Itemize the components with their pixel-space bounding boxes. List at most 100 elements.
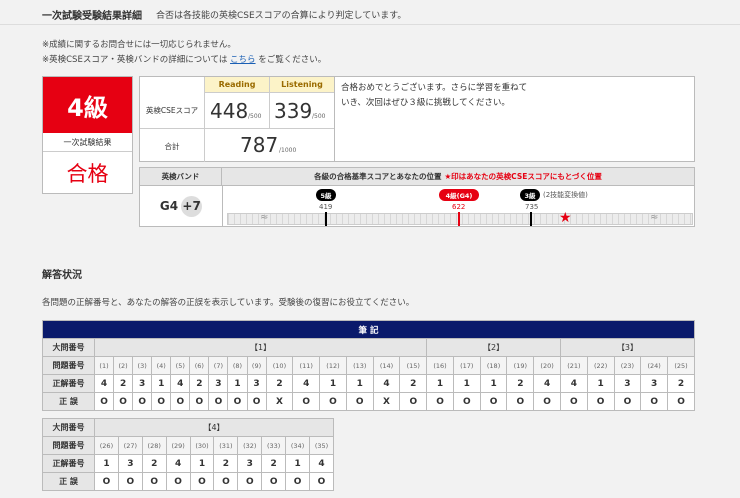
- correct-answer: 1: [319, 374, 347, 393]
- correct-answer: 2: [399, 374, 428, 393]
- question-number: (34): [285, 436, 311, 455]
- group-header: 【1】: [93, 338, 428, 357]
- question-number: (9): [246, 356, 267, 375]
- correct-answer: 2: [113, 374, 134, 393]
- group-header: 【4】: [94, 418, 334, 437]
- question-number: (5): [170, 356, 191, 375]
- question-number: (4): [151, 356, 172, 375]
- correct-answer: 1: [479, 374, 508, 393]
- question-number: (24): [640, 356, 669, 375]
- answer-result: X: [372, 392, 401, 411]
- question-number: (8): [227, 356, 248, 375]
- results-page: 一次試験受験結果詳細 合否は各技能の英検CSEスコアの合算により判定しています。…: [0, 0, 740, 498]
- correct-answer: 4: [170, 374, 191, 393]
- answer-result: O: [189, 392, 210, 411]
- question-number: (26): [94, 436, 119, 455]
- answers-description: 各問題の正解番号と、あなたの解答の正誤を表示しています。受験後の復習にお役立てく…: [42, 298, 415, 308]
- marker-3kyu: 3級: [520, 189, 540, 201]
- correct-answer: 4: [165, 454, 191, 473]
- note-details-pre: ※英検CSEスコア・英検バンドの詳細については: [42, 55, 228, 65]
- answer-result: O: [237, 472, 263, 491]
- question-number: (12): [319, 356, 347, 375]
- section-header: 筆 記: [42, 320, 695, 339]
- question-number: (32): [237, 436, 263, 455]
- answers-table-1: 筆 記 大問番号 【1】 【2】 【3】 問題番号 (1) (2) (3) (4) (5)…: [42, 320, 696, 411]
- page-subtitle: 合否は各技能の英検CSEスコアの合算により判定しています。: [156, 11, 407, 21]
- question-number: (17): [452, 356, 481, 375]
- question-number: (14): [372, 356, 401, 375]
- grade-result: 合格: [66, 161, 109, 186]
- correct-answer: 2: [261, 454, 287, 473]
- eiken-band: 英検バンド 各級の合格基準スコアとあなたの位置 ★印はあなたの英検CSEスコアに…: [139, 167, 695, 227]
- answer-result: O: [533, 392, 561, 411]
- correct-answer: 4: [559, 374, 588, 393]
- reading-header: Reading: [204, 77, 269, 93]
- row-label-result: 正 誤: [42, 392, 95, 411]
- answer-result: O: [261, 472, 287, 491]
- correct-answer: 1: [151, 374, 172, 393]
- grade-result-label: 一次試験結果: [43, 133, 132, 152]
- answer-result: O: [667, 392, 695, 411]
- correct-answer: 3: [208, 374, 229, 393]
- marker-4kyu: 4級(G4): [439, 189, 479, 201]
- band-track: [227, 213, 693, 225]
- answer-result: O: [93, 392, 115, 411]
- correct-answer: 2: [141, 454, 167, 473]
- question-number: (13): [345, 356, 374, 375]
- axis-break-icon: ≈: [260, 212, 269, 223]
- correct-answer: 2: [189, 374, 210, 393]
- question-number: (1): [93, 356, 115, 375]
- note-details-post: をご覧ください。: [258, 55, 327, 65]
- question-number: (28): [141, 436, 167, 455]
- details-link[interactable]: こちら: [230, 55, 256, 65]
- answer-result: O: [586, 392, 615, 411]
- page-title: 一次試験受験結果詳細: [42, 11, 142, 22]
- question-number: (21): [559, 356, 588, 375]
- answer-result: O: [213, 472, 239, 491]
- cse-score-table: Reading Listening 英検CSEスコア 448 /500 339 …: [139, 76, 335, 162]
- question-number: (7): [208, 356, 229, 375]
- marker-4kyu-score: 622: [452, 203, 466, 211]
- answer-result: O: [117, 472, 143, 491]
- question-number: (15): [399, 356, 428, 375]
- question-number: (11): [292, 356, 321, 375]
- answer-result: O: [640, 392, 669, 411]
- answer-result: O: [227, 392, 248, 411]
- question-number: (29): [165, 436, 191, 455]
- band-header-text: 各級の合格基準スコアとあなたの位置: [314, 172, 442, 181]
- marker-5kyu-score: 419: [319, 203, 333, 211]
- correct-answer: 1: [189, 454, 215, 473]
- correct-answer: 2: [667, 374, 695, 393]
- answer-result: O: [426, 392, 454, 411]
- marker-3kyu-score: 735: [525, 203, 539, 211]
- band-header-note: ★印はあなたの英検CSEスコアにもとづく位置: [444, 172, 602, 181]
- correct-answer: 1: [227, 374, 248, 393]
- band-header: 各級の合格基準スコアとあなたの位置 ★印はあなたの英検CSEスコアにもとづく位置: [222, 168, 694, 186]
- total-max: /1000: [279, 147, 297, 154]
- question-number: (20): [533, 356, 561, 375]
- question-number: (25): [667, 356, 695, 375]
- marker-3kyu-note: (2技能変換値): [543, 191, 588, 199]
- correct-answer: 1: [345, 374, 374, 393]
- row-label-result: 正 誤: [42, 472, 95, 491]
- correct-answer: 1: [586, 374, 615, 393]
- row-label-question: 問題番号: [42, 436, 95, 455]
- correct-answer: 4: [292, 374, 321, 393]
- reading-max: /500: [248, 113, 262, 120]
- answer-result: O: [285, 472, 311, 491]
- answer-result: O: [292, 392, 321, 411]
- result-message-text: 合格おめでとうございます。さらに学習を重ねていき、次回はぜひ３級に挑戦してくださ…: [341, 83, 528, 108]
- star-icon: ★: [559, 210, 572, 226]
- answer-result: O: [208, 392, 229, 411]
- answer-result: O: [141, 472, 167, 491]
- total-score: 787: [240, 133, 279, 157]
- question-number: (6): [189, 356, 210, 375]
- correct-answer: 3: [640, 374, 669, 393]
- answer-result: O: [345, 392, 374, 411]
- row-label-group: 大問番号: [42, 418, 95, 437]
- header-divider: [0, 24, 740, 25]
- correct-answer: 1: [452, 374, 481, 393]
- correct-answer: 4: [309, 454, 334, 473]
- answer-result: O: [319, 392, 347, 411]
- band-grade: G4: [159, 199, 179, 213]
